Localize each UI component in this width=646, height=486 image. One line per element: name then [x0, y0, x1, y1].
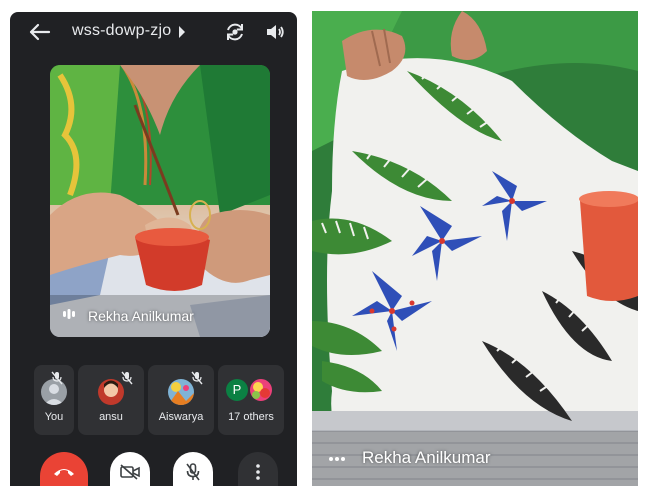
main-video-tile[interactable]: Rekha Anilkumar — [50, 65, 270, 337]
flip-camera-icon[interactable] — [224, 21, 246, 43]
mic-off-icon — [121, 371, 133, 385]
camera-off-button[interactable] — [110, 452, 150, 486]
participant-count: 17 others — [228, 411, 274, 423]
back-arrow-icon[interactable] — [27, 22, 51, 42]
mic-off-icon — [186, 463, 200, 481]
participant-tile-aiswarya[interactable]: Aiswarya — [148, 365, 214, 435]
initial-avatar: P — [226, 379, 248, 401]
participant-name: Rekha Anilkumar — [362, 448, 491, 467]
mic-off-icon — [191, 371, 203, 385]
avatar — [248, 377, 274, 403]
left-phone-screen: wss-dowp-zjo Rekha Anilkumar You ansu Ai… — [10, 12, 297, 486]
participant-strip: You ansu Aiswarya P 17 others — [34, 365, 286, 437]
participant-tile-you[interactable]: You — [34, 365, 74, 435]
speaker-icon[interactable] — [265, 22, 285, 42]
meeting-code[interactable]: wss-dowp-zjo — [72, 22, 171, 40]
more-vertical-icon — [256, 464, 260, 480]
participant-name: ansu — [99, 411, 123, 423]
mic-off-button[interactable] — [173, 452, 213, 486]
participant-name: Aiswarya — [158, 411, 204, 423]
more-options-button[interactable] — [238, 452, 278, 486]
participant-name: You — [44, 411, 64, 423]
participant-name: Rekha Anilkumar — [88, 308, 194, 324]
right-phone-screen[interactable]: Rekha Anilkumar — [312, 11, 638, 486]
hang-up-icon — [54, 469, 74, 476]
participant-video-frame — [312, 11, 638, 486]
mic-off-icon — [51, 371, 63, 385]
participant-video-frame — [50, 65, 270, 337]
call-controls — [10, 452, 297, 486]
chevron-right-icon[interactable] — [178, 26, 186, 38]
participant-tile-others[interactable]: P 17 others — [218, 365, 284, 435]
participant-tile-ansu[interactable]: ansu — [78, 365, 144, 435]
end-call-button[interactable] — [40, 452, 88, 486]
audio-level-icon — [63, 309, 75, 319]
top-bar: wss-dowp-zjo — [10, 12, 297, 52]
more-horizontal-icon[interactable] — [328, 456, 346, 462]
video-off-icon — [120, 464, 140, 480]
